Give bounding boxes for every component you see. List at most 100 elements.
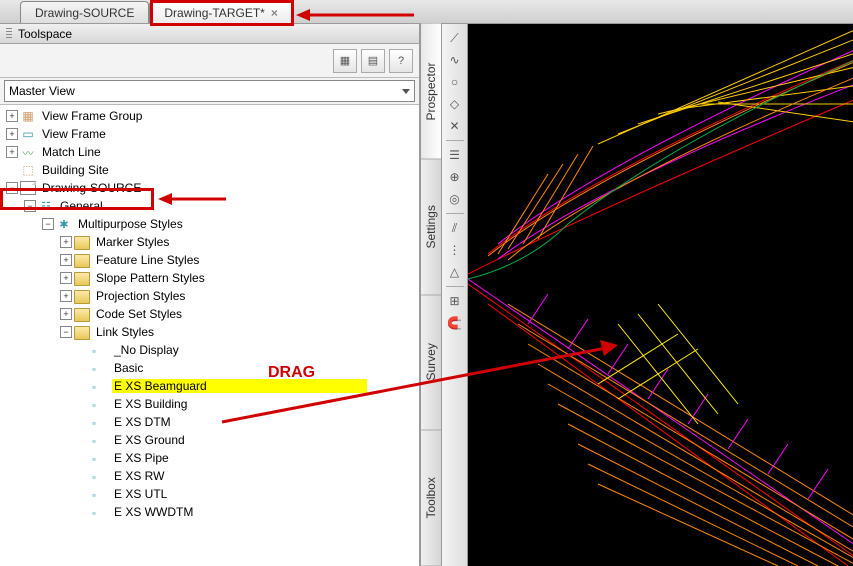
tree-label: Building Site: [40, 163, 111, 177]
expand-icon[interactable]: +: [60, 236, 72, 248]
collapse-icon[interactable]: −: [60, 326, 72, 338]
tab-label: Drawing-SOURCE: [35, 6, 134, 20]
help-button[interactable]: ?: [389, 49, 413, 73]
tree-node-projection-styles[interactable]: + Projection Styles: [0, 287, 419, 305]
tree-node-view-frame[interactable]: + View Frame: [0, 125, 419, 143]
expand-icon[interactable]: +: [60, 290, 72, 302]
tree-node-e-xs-wwdtm[interactable]: E XS WWDTM: [0, 503, 419, 521]
tab-drawing-source[interactable]: Drawing-SOURCE: [20, 1, 149, 23]
folder-icon: [74, 272, 90, 286]
tree-label: Multipurpose Styles: [76, 217, 185, 231]
tree-node-e-xs-ground[interactable]: E XS Ground: [0, 431, 419, 449]
style-tree[interactable]: + View Frame Group + View Frame + Match …: [0, 104, 419, 566]
expand-icon[interactable]: +: [6, 110, 18, 122]
tool-icon[interactable]: ⊞: [445, 291, 465, 311]
tree-node-e-xs-rw[interactable]: E XS RW: [0, 467, 419, 485]
tree-label: _No Display: [112, 343, 181, 357]
view-dropdown[interactable]: Master View: [4, 80, 415, 102]
tool-icon[interactable]: ◎: [445, 189, 465, 209]
link-style-icon: [92, 379, 108, 393]
tree-node-view-frame-group[interactable]: + View Frame Group: [0, 107, 419, 125]
collapse-icon[interactable]: −: [42, 218, 54, 230]
multipurpose-icon: [56, 217, 72, 231]
tree-node-e-xs-building[interactable]: E XS Building: [0, 395, 419, 413]
folder-icon: [74, 326, 90, 340]
drawing-viewport[interactable]: [468, 24, 853, 566]
toolbar-button-1[interactable]: ▦: [333, 49, 357, 73]
tree-node-e-xs-beamguard[interactable]: E XS Beamguard: [0, 377, 419, 395]
tree-node-e-xs-pipe[interactable]: E XS Pipe: [0, 449, 419, 467]
tree-label: E XS Ground: [112, 433, 187, 447]
tree-node-drawing-source[interactable]: − Drawing-SOURCE: [0, 179, 419, 197]
tree-label: E XS WWDTM: [112, 505, 195, 519]
expand-icon[interactable]: +: [60, 254, 72, 266]
tree-node-link-styles[interactable]: − Link Styles: [0, 323, 419, 341]
link-style-icon: [92, 451, 108, 465]
tab-drawing-target[interactable]: Drawing-TARGET* ×: [149, 1, 292, 23]
link-style-icon: [92, 343, 108, 357]
tab-label: Drawing-TARGET*: [164, 6, 264, 20]
tree-label: Projection Styles: [94, 289, 187, 303]
tool-icon[interactable]: ∿: [445, 50, 465, 70]
tree-label: E XS Pipe: [112, 451, 171, 465]
tool-icon[interactable]: ✕: [445, 116, 465, 136]
expand-icon[interactable]: +: [60, 272, 72, 284]
grip-icon: [6, 28, 12, 40]
link-style-icon: [92, 397, 108, 411]
document-tab-bar: Drawing-SOURCE Drawing-TARGET* ×: [0, 0, 853, 24]
tree-label: Link Styles: [94, 325, 156, 339]
link-style-icon: [92, 433, 108, 447]
tree-node-e-xs-utl[interactable]: E XS UTL: [0, 485, 419, 503]
tree-label: View Frame: [40, 127, 108, 141]
tool-icon[interactable]: ⟋: [445, 28, 465, 48]
tool-icon[interactable]: ⫽: [445, 218, 465, 238]
viewport-icon-strip: ⟋ ∿ ○ ◇ ✕ ☰ ⊕ ◎ ⫽ ⋮ △ ⊞ 🧲: [442, 24, 468, 566]
close-icon[interactable]: ×: [271, 6, 278, 20]
tree-node-multipurpose-styles[interactable]: − Multipurpose Styles: [0, 215, 419, 233]
side-tab-prospector[interactable]: Prospector: [421, 24, 441, 160]
tree-node-e-xs-dtm[interactable]: E XS DTM: [0, 413, 419, 431]
tool-icon[interactable]: ○: [445, 72, 465, 92]
cad-drawing: [468, 24, 853, 566]
tree-node-building-site[interactable]: Building Site: [0, 161, 419, 179]
side-tab-toolbox[interactable]: Toolbox: [421, 431, 441, 566]
side-tab-survey[interactable]: Survey: [421, 295, 441, 431]
folder-icon: [74, 254, 90, 268]
expand-icon[interactable]: +: [60, 308, 72, 320]
tool-icon[interactable]: ⊕: [445, 167, 465, 187]
collapse-icon[interactable]: −: [24, 200, 36, 212]
link-style-icon: [92, 487, 108, 501]
collapse-icon[interactable]: −: [6, 182, 18, 194]
annotation-label-drag: DRAG: [268, 364, 315, 382]
tree-label: E XS Building: [112, 397, 189, 411]
tree-node-no-display[interactable]: _No Display: [0, 341, 419, 359]
tool-icon[interactable]: △: [445, 262, 465, 282]
tree-node-basic[interactable]: Basic: [0, 359, 419, 377]
tree-node-feature-line-styles[interactable]: + Feature Line Styles: [0, 251, 419, 269]
tree-label: E XS DTM: [112, 415, 173, 429]
view-frame-group-icon: [20, 109, 36, 123]
toolspace-panel: Toolspace ▦ ▤ ? Master View + View Frame…: [0, 24, 420, 566]
toolspace-titlebar[interactable]: Toolspace: [0, 24, 419, 44]
tree-node-slope-pattern-styles[interactable]: + Slope Pattern Styles: [0, 269, 419, 287]
tree-node-code-set-styles[interactable]: + Code Set Styles: [0, 305, 419, 323]
side-tab-settings[interactable]: Settings: [421, 160, 441, 296]
folder-icon: [74, 236, 90, 250]
building-site-icon: [20, 163, 36, 177]
tree-node-general[interactable]: − General: [0, 197, 419, 215]
tree-label: E XS Beamguard: [112, 379, 367, 393]
toolspace-title: Toolspace: [18, 27, 72, 41]
tool-icon[interactable]: ◇: [445, 94, 465, 114]
tree-label: Match Line: [40, 145, 103, 159]
tool-icon[interactable]: ☰: [445, 145, 465, 165]
tree-node-marker-styles[interactable]: + Marker Styles: [0, 233, 419, 251]
expand-icon[interactable]: +: [6, 146, 18, 158]
expand-icon[interactable]: +: [6, 128, 18, 140]
magnet-icon[interactable]: 🧲: [445, 313, 465, 333]
tool-icon[interactable]: ⋮: [445, 240, 465, 260]
toolbar-button-2[interactable]: ▤: [361, 49, 385, 73]
link-style-icon: [92, 469, 108, 483]
chevron-down-icon: [402, 89, 410, 94]
tree-label: Slope Pattern Styles: [94, 271, 207, 285]
tree-node-match-line[interactable]: + Match Line: [0, 143, 419, 161]
